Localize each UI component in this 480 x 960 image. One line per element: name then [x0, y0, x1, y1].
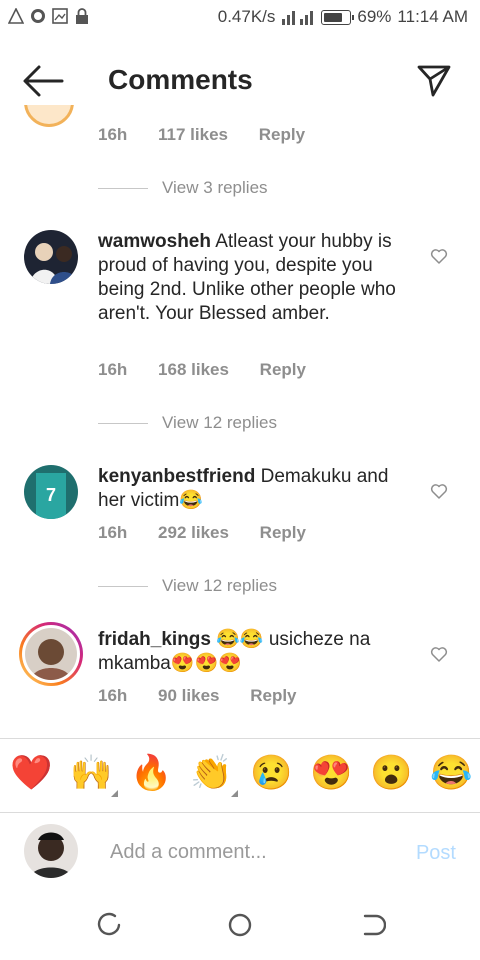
view-replies-label: View 3 replies	[162, 178, 268, 197]
whatsapp-icon	[31, 9, 45, 23]
reaction-crying[interactable]: 😢	[250, 753, 292, 793]
comment-time: 16h	[98, 686, 128, 705]
likes-count[interactable]: 292 likes	[158, 523, 229, 542]
like-heart-icon[interactable]	[430, 248, 448, 264]
view-replies-label: View 12 replies	[162, 576, 277, 595]
story-ring[interactable]	[19, 622, 83, 686]
lock-icon	[76, 8, 88, 24]
page-title: Comments	[108, 64, 253, 95]
reaction-heart[interactable]: ❤️	[10, 753, 52, 793]
comment-meta: 16h 292 likes Reply	[98, 523, 306, 543]
battery-level: 69%	[357, 7, 392, 26]
back-nav-icon[interactable]	[356, 910, 386, 940]
avatar[interactable]: 7	[24, 465, 78, 519]
comment-input[interactable]	[108, 838, 372, 866]
avatar[interactable]	[24, 230, 78, 284]
recent-apps-icon[interactable]	[94, 910, 124, 940]
avatar-image	[25, 628, 77, 680]
status-bar: 0.47K/s 69% 11:14 AM	[0, 0, 480, 36]
comment-text: kenyanbestfriend Demakuku and her victim…	[98, 465, 418, 513]
signal-icon	[282, 11, 314, 25]
avatar-image	[24, 824, 78, 878]
back-arrow-icon[interactable]	[22, 64, 64, 98]
comment-username[interactable]: kenyanbestfriend	[98, 466, 255, 487]
system-nav-bar	[0, 892, 480, 960]
view-replies-button[interactable]: View 3 replies	[98, 178, 268, 198]
likes-count[interactable]: 168 likes	[158, 360, 229, 379]
divider-line	[98, 422, 148, 424]
reaction-raising-hands-glyph: 🙌	[70, 754, 113, 792]
quick-reactions-bar: ❤️ 🙌 🔥 👏 😢 😍 😮 😂	[0, 738, 480, 813]
gallery-icon	[52, 8, 68, 24]
comment-meta: 16h 168 likes Reply	[98, 360, 306, 380]
reply-button[interactable]: Reply	[259, 125, 305, 144]
post-button[interactable]: Post	[416, 842, 456, 865]
reply-button[interactable]: Reply	[260, 523, 306, 542]
reaction-fire[interactable]: 🔥	[130, 753, 172, 793]
divider-line	[98, 585, 148, 587]
reaction-laughing[interactable]: 😂	[430, 753, 472, 793]
network-speed: 0.47K/s	[217, 7, 276, 26]
comment-meta: 16h 90 likes Reply	[98, 686, 297, 706]
comment-composer: Post	[0, 812, 480, 892]
like-heart-icon[interactable]	[430, 646, 448, 662]
comment-text: wamwosheh Atleast your hubby is proud of…	[98, 230, 418, 326]
svg-text:7: 7	[46, 485, 56, 505]
comment-time: 16h	[98, 360, 128, 379]
skin-tone-indicator	[111, 790, 118, 797]
comment-meta: 16h 117 likes Reply	[98, 125, 305, 145]
likes-count[interactable]: 90 likes	[158, 686, 219, 705]
avatar[interactable]	[24, 105, 74, 129]
warning-icon	[8, 8, 24, 24]
like-heart-icon[interactable]	[430, 483, 448, 499]
likes-count[interactable]: 117 likes	[158, 125, 228, 144]
my-avatar	[24, 824, 78, 878]
comment-time: 16h	[98, 125, 128, 144]
view-replies-button[interactable]: View 12 replies	[98, 576, 277, 596]
divider-line	[98, 187, 148, 189]
reaction-heart-eyes[interactable]: 😍	[310, 753, 352, 793]
reaction-clapping-glyph: 👏	[190, 754, 233, 792]
clock: 11:14 AM	[397, 7, 468, 26]
comment-text: fridah_kings 😂😂 usicheze na mkamba😍😍😍	[98, 628, 418, 676]
avatar-image	[24, 230, 78, 284]
comment-username[interactable]: fridah_kings	[98, 629, 211, 650]
comment-username[interactable]: wamwosheh	[98, 231, 211, 252]
view-replies-label: View 12 replies	[162, 413, 277, 432]
battery-icon	[321, 9, 355, 25]
reply-button[interactable]: Reply	[250, 686, 296, 705]
home-icon[interactable]	[225, 910, 255, 940]
reaction-surprised[interactable]: 😮	[370, 753, 412, 793]
reaction-clapping[interactable]: 👏	[190, 753, 238, 797]
direct-send-icon[interactable]	[416, 62, 452, 98]
view-replies-button[interactable]: View 12 replies	[98, 413, 277, 433]
reaction-raising-hands[interactable]: 🙌	[70, 753, 118, 797]
comment-time: 16h	[98, 523, 128, 542]
skin-tone-indicator	[231, 790, 238, 797]
avatar-image: 7	[24, 465, 78, 519]
reply-button[interactable]: Reply	[260, 360, 306, 379]
